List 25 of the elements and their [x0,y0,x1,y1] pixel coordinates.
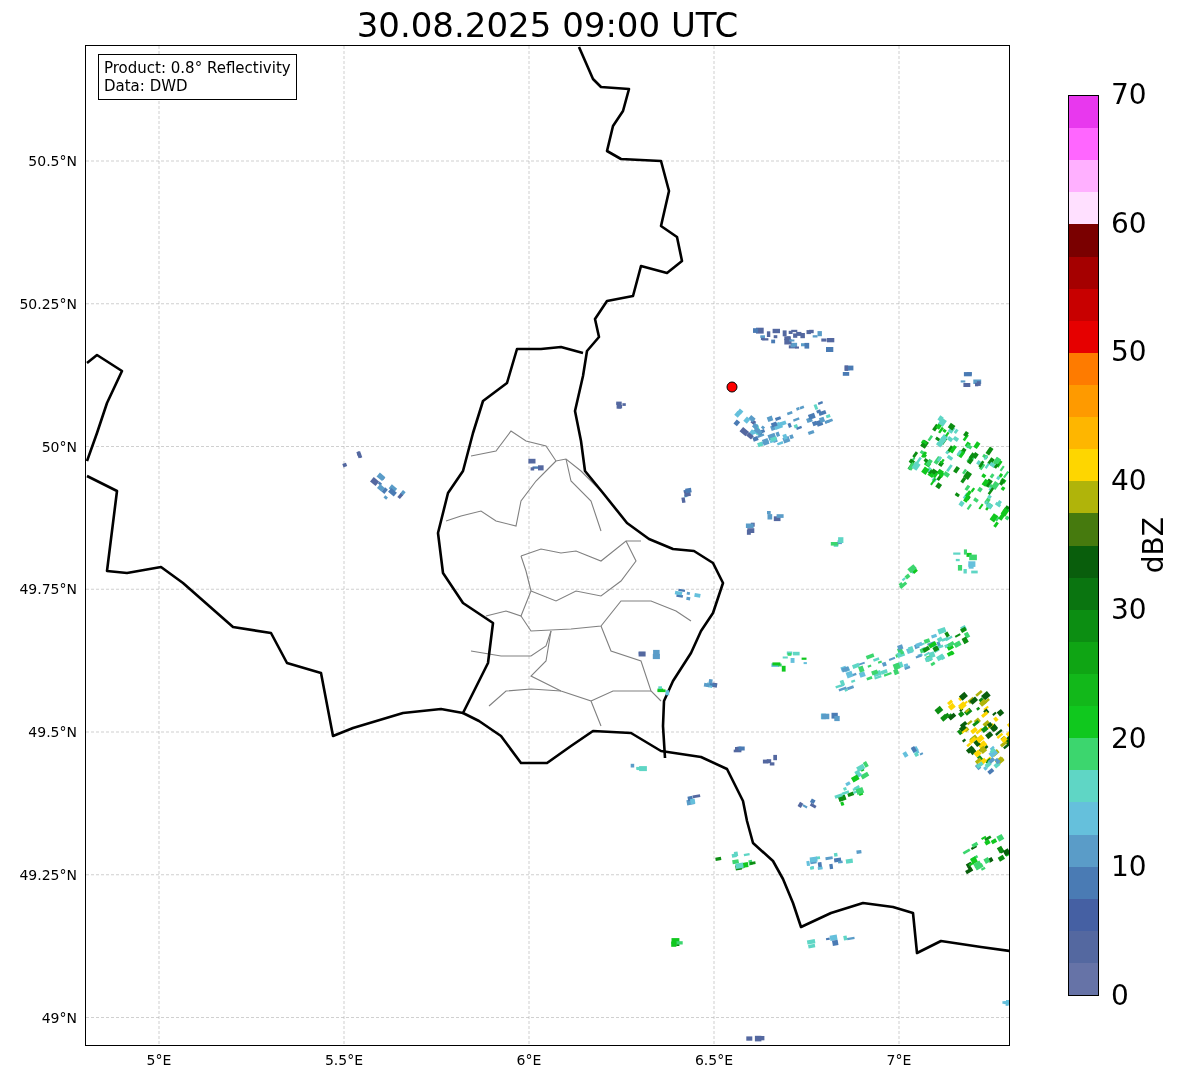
latitude-label: 49.25°N [19,865,77,884]
latitude-label: 49°N [41,1008,77,1027]
colorbar-tick-label: 70 [1110,78,1147,112]
colorbar-label: dBZ [1137,517,1170,574]
latitude-label: 50.5°N [28,152,77,170]
colorbar-tick-label: 10 [1110,850,1147,885]
colorbar-tick-label: 30 [1110,592,1147,627]
longitude-label: 7°E [886,1052,912,1068]
longitude-label: 5.5°E [324,1052,364,1068]
latitude-label: 49.5°N [28,723,77,741]
colorbar-tick-label: 20 [1110,721,1147,756]
colorbar-tick-label: 40 [1110,464,1147,499]
colorbar-tick-label: 50 [1110,335,1147,370]
colorbar-tick-label: 0 [1110,979,1129,1013]
latitude-label: 50°N [41,437,77,456]
colorbar-tick-label: 60 [1110,206,1147,241]
info-text: Data: DWD [104,77,189,95]
latitude-label: 50.25°N [19,294,77,313]
longitude-label: 5°E [146,1052,172,1068]
longitude-label: 6°E [516,1052,542,1068]
location-marker [726,381,738,393]
latitude-label: 49.75°N [19,580,77,599]
longitude-label: 6.5°E [694,1052,734,1068]
chart-title: 30.08.2025 09:00 UTC [355,4,740,45]
info-text: Product: 0.8° Reflectivity [104,59,291,77]
